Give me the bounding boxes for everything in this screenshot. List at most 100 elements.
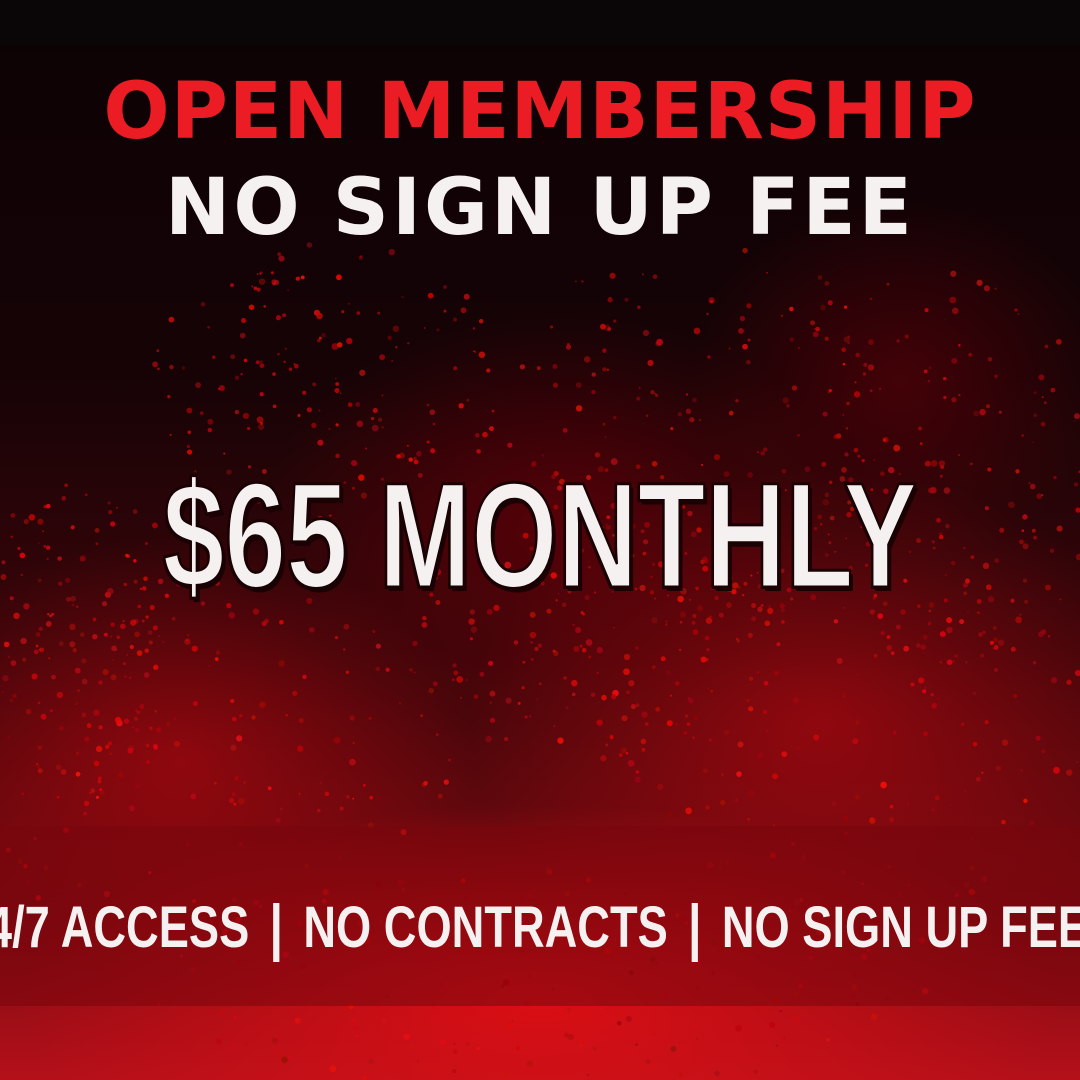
powder-speck: [300, 275, 305, 280]
powder-speck: [140, 709, 143, 712]
powder-speck: [647, 359, 654, 366]
powder-speck: [567, 1007, 572, 1012]
powder-speck: [1074, 670, 1080, 677]
powder-speck: [473, 350, 476, 353]
powder-speck: [963, 789, 967, 794]
powder-speck: [237, 797, 245, 805]
powder-speck: [863, 362, 868, 368]
powder-speck: [580, 1038, 584, 1043]
powder-speck: [670, 427, 674, 431]
powder-speck: [645, 414, 649, 417]
powder-speck: [335, 382, 340, 386]
powder-speck: [640, 738, 647, 745]
powder-speck: [939, 534, 944, 540]
powder-speck: [329, 1065, 337, 1073]
powder-speck: [931, 808, 935, 812]
powder-speck: [951, 357, 958, 364]
powder-speck: [780, 314, 784, 318]
powder-speck: [152, 743, 158, 749]
powder-speck: [261, 620, 267, 627]
powder-speck: [1059, 598, 1062, 601]
powder-speck: [1047, 635, 1051, 638]
powder-speck: [748, 789, 755, 797]
powder-speck: [240, 373, 243, 376]
powder-speck: [998, 410, 1002, 414]
powder-speck: [355, 401, 361, 407]
powder-speck: [220, 1011, 223, 1015]
powder-speck: [283, 360, 286, 363]
powder-speck: [571, 692, 576, 697]
powder-speck: [946, 659, 953, 665]
powder-speck: [976, 598, 982, 604]
powder-speck: [75, 702, 79, 706]
powder-speck: [173, 718, 176, 720]
powder-speck: [133, 579, 138, 584]
powder-speck: [339, 806, 344, 811]
powder-speck: [486, 368, 491, 373]
powder-speck: [139, 704, 145, 709]
powder-speck: [670, 1045, 677, 1052]
powder-speck: [642, 329, 650, 337]
powder-speck: [77, 689, 81, 693]
powder-speck: [95, 710, 99, 714]
powder-speck: [579, 644, 583, 648]
powder-speck: [870, 817, 874, 821]
powder-speck: [156, 349, 160, 353]
powder-speck: [426, 440, 430, 444]
powder-speck: [954, 654, 958, 658]
powder-speck: [10, 535, 13, 538]
powder-speck: [243, 781, 246, 784]
powder-speck: [116, 506, 118, 509]
powder-speck: [641, 711, 648, 718]
powder-speck: [247, 426, 251, 431]
powder-speck: [1041, 396, 1044, 399]
powder-speck: [652, 274, 658, 280]
powder-speck: [131, 726, 134, 729]
powder-speck: [181, 366, 186, 370]
powder-speck: [272, 404, 277, 409]
powder-speck: [586, 1073, 590, 1077]
powder-speck: [702, 634, 704, 637]
powder-speck: [9, 698, 14, 703]
powder-speck: [1053, 766, 1060, 774]
powder-speck: [769, 1022, 776, 1029]
powder-speck: [660, 656, 666, 662]
powder-speck: [336, 274, 342, 281]
powder-speck: [973, 410, 980, 417]
powder-speck: [478, 351, 486, 358]
powder-speck: [746, 303, 752, 309]
powder-speck: [260, 421, 264, 425]
powder-speck: [260, 360, 263, 363]
powder-speck: [1041, 494, 1044, 497]
powder-speck: [607, 297, 613, 303]
powder-speck: [356, 311, 361, 315]
powder-speck: [979, 408, 986, 416]
powder-speck: [536, 366, 541, 371]
powder-speck: [651, 665, 656, 670]
powder-speck: [406, 444, 409, 447]
powder-speck: [355, 1034, 359, 1038]
powder-speck: [97, 779, 102, 784]
powder-speck: [80, 632, 85, 637]
powder-speck: [267, 786, 272, 791]
powder-speck: [511, 1020, 514, 1023]
powder-speck: [60, 769, 67, 775]
powder-speck: [789, 306, 794, 312]
powder-speck: [927, 621, 932, 626]
powder-speck: [862, 372, 867, 376]
powder-speck: [334, 377, 337, 380]
powder-speck: [763, 681, 769, 686]
features-row: 24/7 ACCESS | NO CONTRACTS | NO SIGN UP …: [0, 890, 1080, 966]
powder-speck: [149, 726, 153, 730]
powder-speck: [294, 363, 299, 369]
powder-speck: [792, 1016, 798, 1021]
powder-speck: [710, 689, 714, 693]
powder-speck: [2, 691, 5, 694]
powder-speck: [37, 578, 42, 583]
powder-speck: [81, 658, 87, 664]
powder-speck: [655, 393, 659, 398]
powder-speck: [606, 368, 610, 372]
powder-speck: [773, 670, 779, 676]
powder-speck: [243, 358, 248, 363]
powder-speck: [104, 744, 110, 750]
